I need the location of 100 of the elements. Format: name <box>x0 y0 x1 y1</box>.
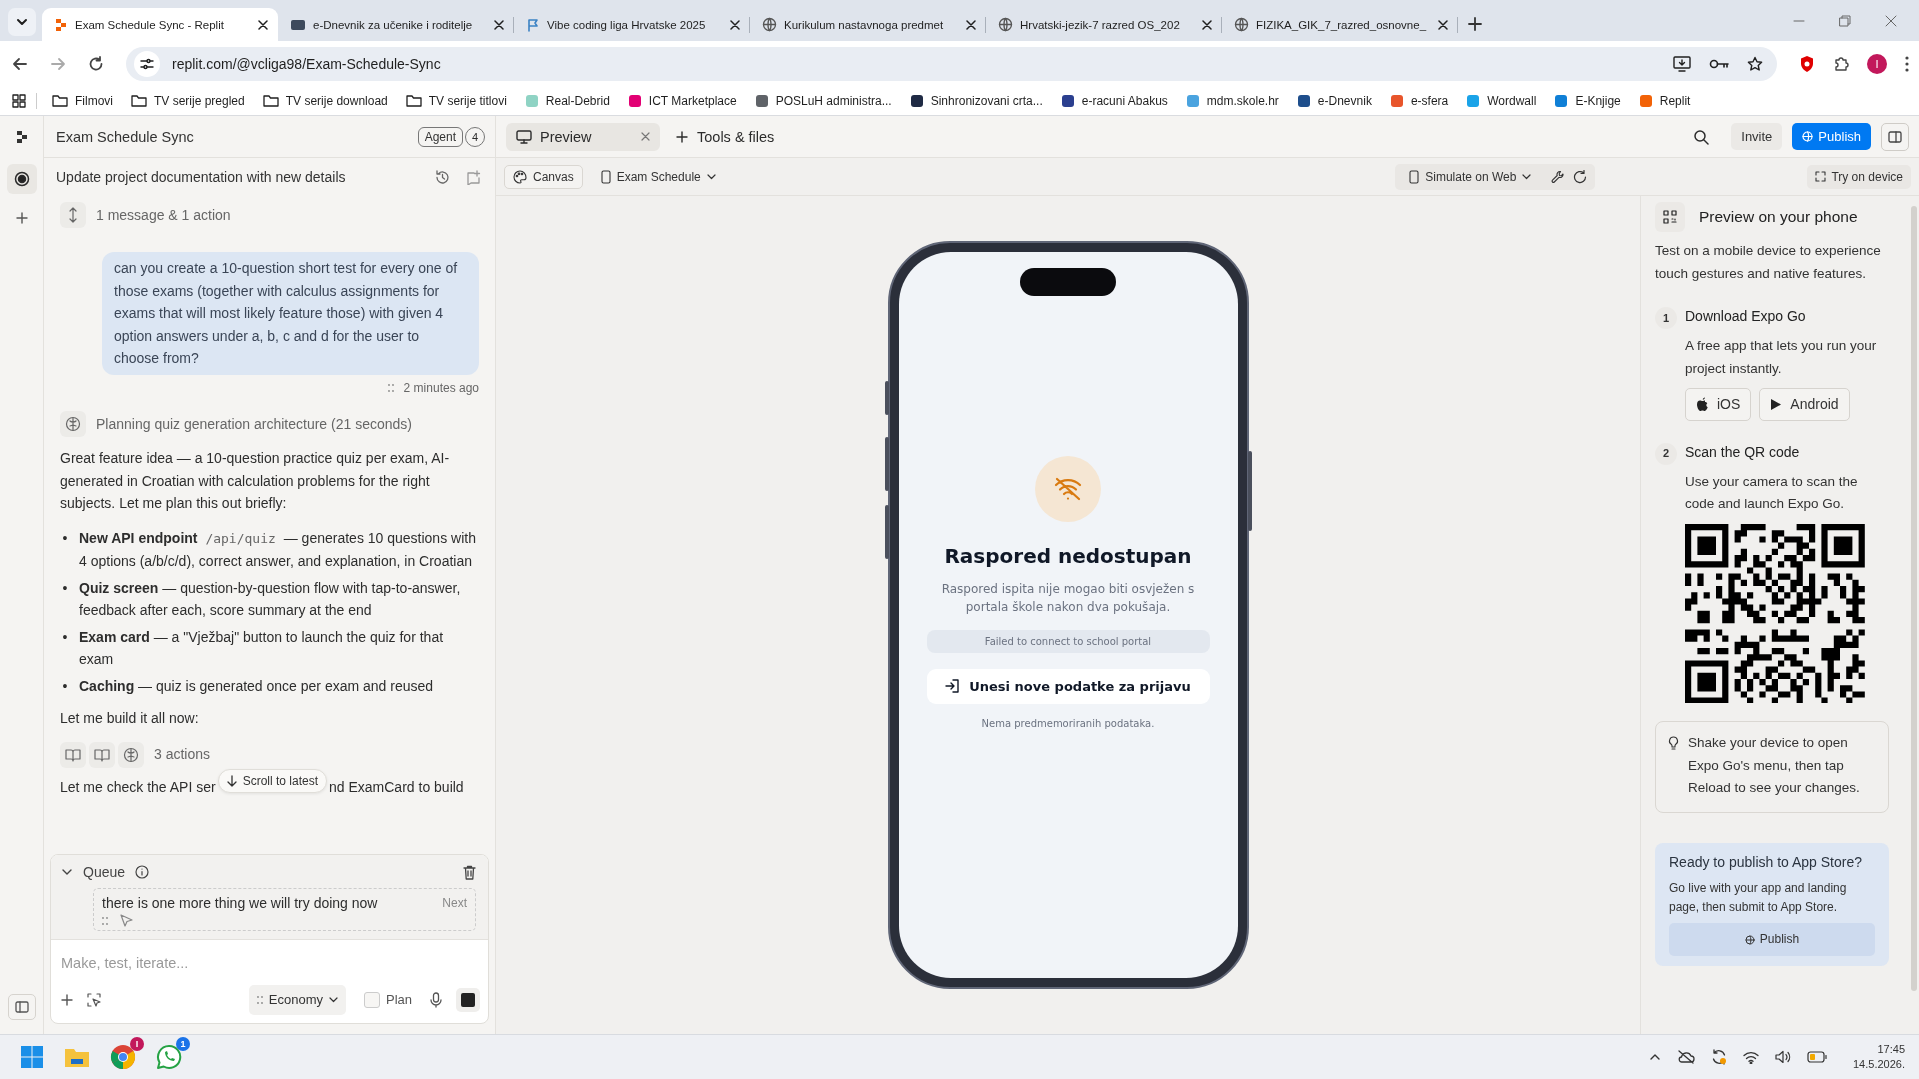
chat-bubble-icon[interactable] <box>156 1044 182 1070</box>
plan-checkbox[interactable]: Plan <box>359 985 416 1014</box>
project-title: Exam Schedule Sync <box>56 128 195 145</box>
drag-handle-icon[interactable] <box>102 916 108 925</box>
sync-icon[interactable] <box>1711 1049 1727 1065</box>
publish-button[interactable]: Publish <box>1792 123 1871 150</box>
bookmark[interactable]: TV serije download <box>253 90 397 111</box>
invite-button[interactable]: Invite <box>1731 123 1783 150</box>
close-icon[interactable] <box>730 19 740 30</box>
bookmark[interactable]: Replit <box>1629 90 1700 111</box>
tab-list-button[interactable] <box>8 8 36 36</box>
close-icon[interactable] <box>1202 19 1212 30</box>
reload-icon[interactable] <box>88 55 104 72</box>
profile-avatar[interactable]: I <box>1867 53 1887 74</box>
composer-panel[interactable]: Queue there is one more thing we will try doing now Next Make, test, iterate... Economy Plan <box>50 854 489 1024</box>
browser-tab[interactable]: Kurikulum nastavnoga predmet <box>750 8 986 41</box>
expand-button[interactable] <box>60 202 86 228</box>
queued-text: there is one more thing we will try doing now <box>102 893 378 913</box>
bookmark[interactable]: Filmovi <box>43 90 122 111</box>
try-on-device-button[interactable]: Try on device <box>1807 164 1911 189</box>
volume-icon[interactable] <box>1775 1050 1791 1064</box>
new-chat-icon[interactable] <box>466 169 481 185</box>
microphone-icon[interactable] <box>430 991 442 1008</box>
login-button[interactable]: Unesi nove podatke za prijavu <box>926 668 1210 704</box>
install-icon[interactable] <box>1673 55 1691 72</box>
stop-button[interactable] <box>456 987 480 1012</box>
queued-message[interactable]: there is one more thing we will try doing now Next <box>93 887 476 931</box>
bookmark[interactable]: ICT Marketplace <box>618 90 746 111</box>
close-icon[interactable] <box>258 19 268 30</box>
drag-handle-icon <box>256 995 263 1004</box>
search-icon[interactable] <box>1693 128 1710 145</box>
star-icon[interactable] <box>1747 55 1763 72</box>
assistant-text: nd ExamCard to build <box>329 778 464 798</box>
address-bar[interactable]: replit.com/@vcliga98/Exam-Schedule-Sync <box>126 46 1777 81</box>
scroll-to-latest-button[interactable]: Scroll to latest <box>217 768 327 793</box>
bookmark[interactable]: e-racuni Abakus <box>1051 90 1177 111</box>
agent-button[interactable] <box>6 164 37 194</box>
close-icon[interactable] <box>494 19 504 30</box>
apps-icon[interactable] <box>12 93 26 108</box>
bookmark[interactable]: POSLuH administra... <box>745 90 901 111</box>
step-title: Scan the QR code <box>1685 442 1801 462</box>
bookmark[interactable]: e-Dnevnik <box>1287 90 1381 111</box>
thinking-status[interactable]: Planning quiz generation architecture (21 seconds) <box>96 412 412 436</box>
bookmark[interactable]: TV serije titlovi <box>396 90 516 111</box>
browser-tab[interactable]: FIZIKA_GIK_7_razred_osnovne_ <box>1222 8 1458 41</box>
chrome-icon[interactable] <box>110 1044 136 1070</box>
record-icon <box>13 171 30 187</box>
new-tab-icon[interactable] <box>1468 17 1482 31</box>
bookmark[interactable]: e-sfera <box>1380 90 1458 111</box>
restore-icon[interactable] <box>1839 14 1851 27</box>
tools-files-button[interactable]: Tools & files <box>670 128 781 145</box>
scrollbar[interactable] <box>1911 206 1917 992</box>
more-icon[interactable] <box>1905 55 1909 72</box>
close-icon[interactable] <box>1438 19 1448 30</box>
screen-dropdown[interactable]: Exam Schedule <box>594 168 722 185</box>
add-icon[interactable] <box>15 212 28 224</box>
trash-icon[interactable] <box>463 864 476 880</box>
bookmark[interactable]: Sinhronizovani crta... <box>900 90 1052 111</box>
close-icon[interactable] <box>966 19 976 30</box>
replit-logo-icon[interactable] <box>15 130 28 144</box>
message-time: 2 minutes ago <box>403 379 479 397</box>
folder-icon[interactable] <box>64 1046 90 1068</box>
actions-summary[interactable]: 3 actions <box>154 743 211 766</box>
browser-tab[interactable]: Vibe coding liga Hrvatske 2025 <box>514 8 750 41</box>
expand-icon <box>68 207 78 223</box>
collapsed-summary[interactable]: 1 message & 1 action <box>96 203 231 227</box>
browser-tab[interactable]: e-Dnevnik za učenike i roditelje <box>278 8 514 41</box>
preview-tab[interactable]: Preview <box>506 122 660 151</box>
browser-tab[interactable]: Hrvatski-jezik-7 razred OS_202 <box>986 8 1222 41</box>
back-icon[interactable] <box>12 55 28 72</box>
add-icon[interactable] <box>61 993 73 1006</box>
shield-icon[interactable] <box>1799 54 1815 73</box>
notification-badge: I <box>130 1037 144 1051</box>
book-icon <box>94 747 110 762</box>
cloud-off-icon[interactable] <box>1677 1050 1695 1064</box>
sidebar-toggle[interactable] <box>8 994 36 1020</box>
battery-icon[interactable] <box>1807 1051 1827 1063</box>
browser-tab[interactable]: Exam Schedule Sync - Replit <box>42 8 278 41</box>
bookmark[interactable]: Real-Debrid <box>515 90 619 111</box>
wifi-icon[interactable] <box>1743 1050 1759 1064</box>
bookmark[interactable]: mdm.skole.hr <box>1176 90 1288 111</box>
bookmark[interactable]: TV serije pregled <box>122 90 254 111</box>
clock[interactable]: 17:45 14.5.2026. <box>1853 1042 1905 1072</box>
reload-icon[interactable] <box>1573 169 1588 184</box>
select-element-icon[interactable] <box>87 992 101 1007</box>
publish-button[interactable]: Publish <box>1669 923 1875 956</box>
extensions-icon[interactable] <box>1833 55 1849 72</box>
chat-input[interactable]: Make, test, iterate... <box>51 940 488 985</box>
canvas-button[interactable]: Canvas <box>504 164 583 189</box>
wrench-icon[interactable] <box>1551 169 1566 184</box>
panel-toggle[interactable] <box>1881 122 1909 151</box>
bookmark[interactable]: Wordwall <box>1457 90 1546 111</box>
mode-dropdown[interactable]: Economy <box>248 984 346 1015</box>
bookmark[interactable]: E-Knjige <box>1545 90 1630 111</box>
store-button[interactable]: iOS <box>1685 388 1752 421</box>
history-icon[interactable] <box>435 169 450 185</box>
store-button[interactable]: Android <box>1759 388 1850 421</box>
send-icon[interactable] <box>120 914 133 927</box>
key-icon[interactable] <box>1709 57 1729 70</box>
windows-start-icon[interactable] <box>20 1045 44 1069</box>
